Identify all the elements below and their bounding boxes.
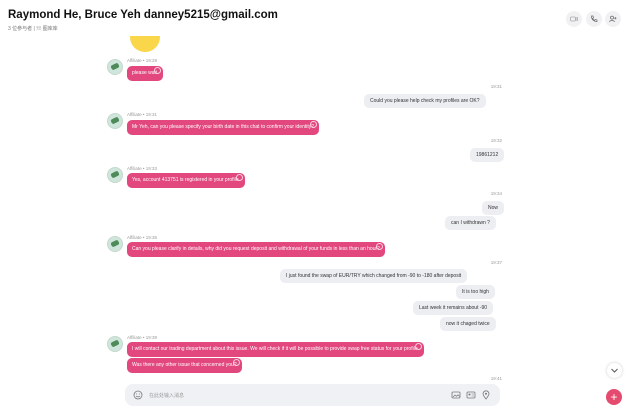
message-timestamp: 19:41 xyxy=(490,376,502,381)
plus-icon: + xyxy=(610,390,618,404)
plus-button[interactable]: + xyxy=(606,389,622,405)
reaction-icon[interactable] xyxy=(235,174,243,181)
own-message[interactable]: can I withdrawn ? xyxy=(445,216,496,230)
message-text: Yes, account 413751 is registered in you… xyxy=(132,177,240,183)
reaction-icon[interactable] xyxy=(154,67,162,74)
message-text: I will contact our trading department ab… xyxy=(132,346,419,352)
message-input[interactable] xyxy=(147,389,401,403)
affiliate-avatar[interactable] xyxy=(107,59,123,75)
message-timestamp: 19:31 xyxy=(490,84,502,89)
chat-subtitle[interactable]: 3 位参与者 | ☏ 图库库 xyxy=(8,25,58,32)
chat-title: Raymond He, Bruce Yeh danney5215@gmail.c… xyxy=(8,9,278,21)
video-call-icon xyxy=(570,16,578,22)
reaction-icon[interactable] xyxy=(415,343,422,350)
affiliate-message[interactable]: Can you please clarify in details, why d… xyxy=(127,242,385,257)
contact-card-icon[interactable] xyxy=(466,390,476,400)
message-text: Was there any other issue that concerned… xyxy=(132,362,237,368)
own-message[interactable]: Could you please help check my profiles … xyxy=(364,94,486,108)
affiliate-message[interactable]: please wait. xyxy=(127,66,164,81)
image-icon[interactable] xyxy=(451,390,461,400)
chevron-down-icon xyxy=(611,368,618,373)
message-timestamp: 19:32 xyxy=(490,138,502,143)
video-call-button[interactable] xyxy=(566,11,582,27)
own-message[interactable]: Last week it remains about -90 xyxy=(413,301,494,315)
affiliate-message[interactable]: Was there any other issue that concerned… xyxy=(127,358,242,373)
own-message[interactable]: 19861212 xyxy=(470,148,505,162)
audio-call-button[interactable] xyxy=(586,11,602,27)
message-meta: Affiliate • 19:29 xyxy=(127,58,158,63)
emoji-sticker xyxy=(130,36,160,52)
message-meta: Affiliate • 19:33 xyxy=(127,166,158,171)
own-message[interactable]: I just found the swap of EUR/TRY which c… xyxy=(280,269,468,283)
message-meta: Affiliate • 19:31 xyxy=(127,112,158,117)
affiliate-message[interactable]: Yes, account 413751 is registered in you… xyxy=(127,173,245,188)
own-message[interactable]: Now xyxy=(482,201,505,215)
reaction-icon[interactable] xyxy=(375,243,383,250)
reaction-icon[interactable] xyxy=(232,359,240,366)
chat-header: Raymond He, Bruce Yeh danney5215@gmail.c… xyxy=(0,0,625,38)
reaction-icon[interactable] xyxy=(310,121,318,128)
location-icon[interactable] xyxy=(481,390,491,400)
message-text: Mr Yeh, can you please specify your birt… xyxy=(132,124,315,130)
add-participant-button[interactable] xyxy=(605,11,621,27)
message-timestamp: 19:37 xyxy=(490,260,502,265)
message-timestamp: 19:34 xyxy=(490,191,502,196)
phone-call-icon xyxy=(591,15,598,22)
message-meta: Affiliate • 19:35 xyxy=(127,235,158,240)
emoji-icon[interactable] xyxy=(133,390,143,400)
affiliate-avatar[interactable] xyxy=(107,167,123,183)
own-message[interactable]: now it chaged twice xyxy=(440,317,496,331)
message-meta: Affiliate • 19:39 xyxy=(127,335,158,340)
own-message[interactable]: It is too high xyxy=(456,285,495,299)
scroll-to-bottom-button[interactable] xyxy=(607,363,622,378)
affiliate-avatar[interactable] xyxy=(107,236,123,252)
add-person-icon xyxy=(609,15,617,23)
affiliate-avatar[interactable] xyxy=(107,336,123,352)
message-composer xyxy=(125,384,500,406)
affiliate-message[interactable]: Mr Yeh, can you please specify your birt… xyxy=(127,120,320,135)
affiliate-message[interactable]: I will contact our trading department ab… xyxy=(127,342,424,357)
message-text: Can you please clarify in details, why d… xyxy=(132,246,380,252)
affiliate-avatar[interactable] xyxy=(107,113,123,129)
